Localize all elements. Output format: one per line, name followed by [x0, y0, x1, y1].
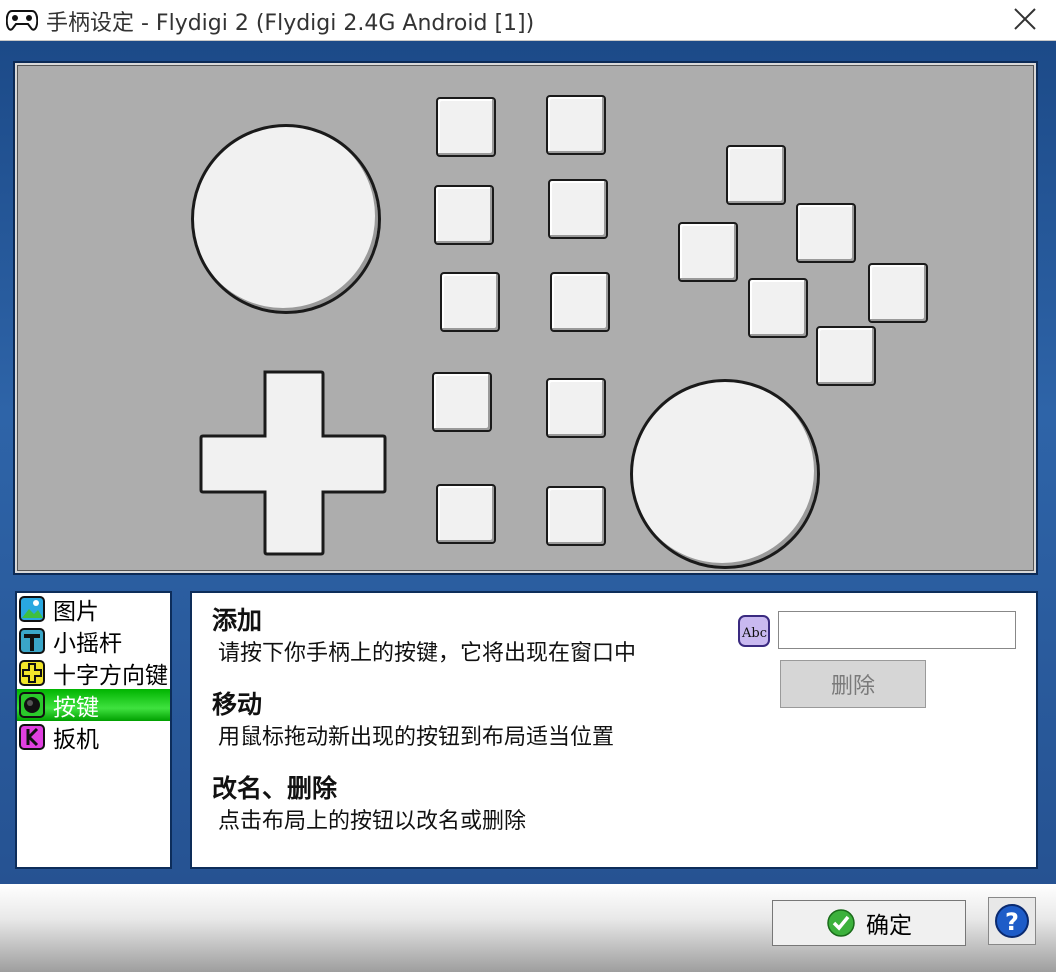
sidebar-item-picture[interactable]: 图片 — [17, 593, 170, 625]
ok-button-label: 确定 — [866, 913, 912, 939]
joystick-icon — [19, 628, 45, 654]
left-stick-element[interactable] — [191, 124, 381, 314]
svg-text:?: ? — [1005, 908, 1019, 936]
section-heading-add: 添加 — [212, 606, 263, 635]
gamepad-icon — [6, 10, 38, 31]
dpad-icon — [19, 660, 45, 686]
layout-button[interactable] — [434, 185, 494, 245]
footer-bar: 确定 ? — [0, 884, 1056, 972]
section-text-move: 用鼠标拖动新出现的按钮到布局适当位置 — [218, 725, 615, 750]
layout-canvas[interactable] — [17, 65, 1034, 571]
title-bar: 手柄设定 - Flydigi 2 (Flydigi 2.4G Android [… — [0, 0, 1056, 41]
sidebar-item-joystick[interactable]: 小摇杆 — [17, 625, 170, 657]
ok-button[interactable]: 确定 — [772, 900, 966, 946]
sidebar-item-label: 图片 — [53, 599, 99, 625]
layout-button[interactable] — [678, 222, 738, 282]
delete-button[interactable]: 删除 — [780, 660, 926, 708]
layout-button[interactable] — [432, 372, 492, 432]
dpad-element[interactable] — [199, 370, 389, 560]
right-stick-element[interactable] — [630, 379, 820, 569]
instructions-panel: 添加 请按下你手柄上的按键，它将出现在窗口中 移动 用鼠标拖动新出现的按钮到布局… — [190, 591, 1038, 869]
layout-frame — [13, 61, 1038, 575]
element-type-list: 图片 小摇杆 十字方向键 按键 扳机 — [15, 591, 172, 869]
layout-button[interactable] — [546, 95, 606, 155]
layout-button[interactable] — [796, 203, 856, 263]
section-heading-rename: 改名、删除 — [212, 774, 338, 803]
layout-button[interactable] — [546, 486, 606, 546]
layout-button[interactable] — [726, 145, 786, 205]
layout-button[interactable] — [748, 278, 808, 338]
sidebar-item-label: 按键 — [53, 695, 99, 721]
layout-button[interactable] — [868, 263, 928, 323]
section-text-rename: 点击布局上的按钮以改名或删除 — [218, 809, 527, 834]
picture-icon — [19, 596, 45, 622]
layout-button[interactable] — [816, 326, 876, 386]
layout-button[interactable] — [546, 378, 606, 438]
sidebar-item-label: 十字方向键 — [53, 663, 168, 689]
layout-button[interactable] — [548, 179, 608, 239]
window-title: 手柄设定 - Flydigi 2 (Flydigi 2.4G Android [… — [46, 11, 535, 36]
trigger-icon — [19, 724, 45, 750]
layout-button[interactable] — [436, 97, 496, 157]
sidebar-item-buttons[interactable]: 按键 — [17, 689, 170, 721]
section-text-add: 请按下你手柄上的按键，它将出现在窗口中 — [218, 641, 637, 666]
dialog-body: 图片 小摇杆 十字方向键 按键 扳机 添加 请按下你手柄上的按键，它将出现在窗口… — [0, 41, 1056, 972]
help-button[interactable]: ? — [988, 897, 1036, 945]
button-name-input[interactable] — [778, 611, 1016, 649]
layout-button[interactable] — [440, 272, 500, 332]
layout-button[interactable] — [436, 484, 496, 544]
sidebar-item-label: 小摇杆 — [53, 631, 122, 657]
svg-text:Abc: Abc — [741, 626, 767, 641]
close-icon[interactable] — [1012, 6, 1038, 32]
section-heading-move: 移动 — [212, 690, 263, 719]
help-icon: ? — [995, 904, 1029, 938]
checkmark-icon — [827, 909, 855, 937]
delete-button-label: 删除 — [830, 674, 875, 699]
rename-text-icon: Abc — [738, 615, 770, 647]
layout-button[interactable] — [550, 272, 610, 332]
sidebar-item-dpad[interactable]: 十字方向键 — [17, 657, 170, 689]
sidebar-item-trigger[interactable]: 扳机 — [17, 721, 170, 753]
button-icon — [19, 692, 45, 718]
sidebar-item-label: 扳机 — [53, 727, 99, 753]
